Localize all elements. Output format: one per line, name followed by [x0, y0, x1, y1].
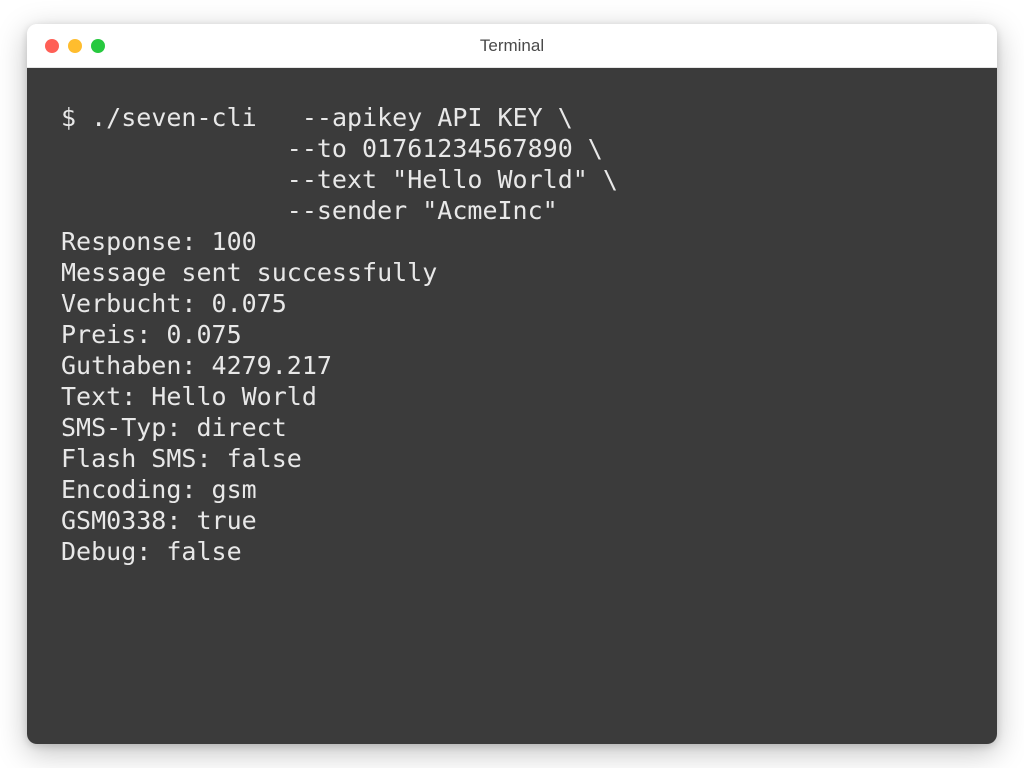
command-arg-line: --to 01761234567890 \ [287, 134, 603, 163]
close-icon[interactable] [45, 39, 59, 53]
maximize-icon[interactable] [91, 39, 105, 53]
command-arg-line: --text "Hello World" \ [287, 165, 618, 194]
command-indent [61, 196, 287, 225]
command-indent [61, 165, 287, 194]
output-line: Guthaben: 4279.217 [61, 351, 332, 380]
command-indent [61, 134, 287, 163]
minimize-icon[interactable] [68, 39, 82, 53]
output-line: Response: 100 [61, 227, 257, 256]
command-arg-line: --apikey API KEY \ [302, 103, 573, 132]
output-line: GSM0338: true [61, 506, 257, 535]
output-line: Text: Hello World [61, 382, 317, 411]
command-name: ./seven-cli [91, 103, 257, 132]
prompt-symbol: $ [61, 103, 76, 132]
output-line: Message sent successfully [61, 258, 437, 287]
output-line: SMS-Typ: direct [61, 413, 287, 442]
output-line: Encoding: gsm [61, 475, 257, 504]
traffic-lights [27, 39, 105, 53]
terminal-body[interactable]: $ ./seven-cli --apikey API KEY \ --to 01… [27, 68, 997, 744]
output-line: Preis: 0.075 [61, 320, 242, 349]
window-title: Terminal [27, 36, 997, 56]
command-arg-line: --sender "AcmeInc" [287, 196, 558, 225]
terminal-window: Terminal $ ./seven-cli --apikey API KEY … [27, 24, 997, 744]
output-line: Debug: false [61, 537, 242, 566]
titlebar: Terminal [27, 24, 997, 68]
output-line: Verbucht: 0.075 [61, 289, 287, 318]
output-line: Flash SMS: false [61, 444, 302, 473]
